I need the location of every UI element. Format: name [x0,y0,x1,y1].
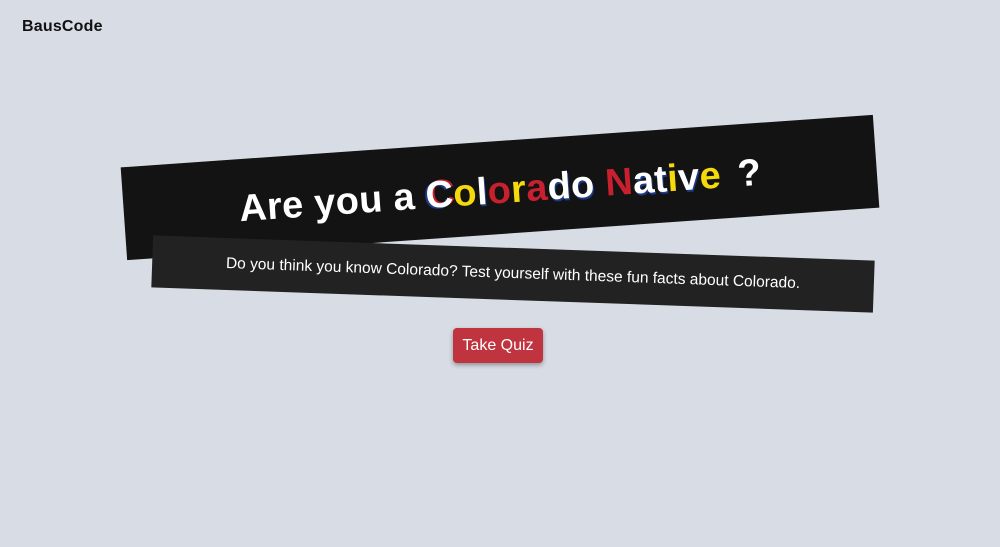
title-highlight-letter: C [424,173,455,218]
title-highlight-letter: N [603,160,635,205]
title-highlight-letter: o [451,171,479,216]
page-title: Are you a Colorado Native ? [237,144,763,231]
title-highlight-letter: v [676,156,701,200]
take-quiz-button[interactable]: Take Quiz [453,328,543,363]
title-highlight: Colorado Native [424,155,722,219]
title-highlight-letter: o [569,163,596,207]
title-highlight-letter: a [524,166,549,211]
title-highlight-letter: o [486,169,513,213]
title-highlight-letter: a [631,159,656,203]
title-prefix: Are you a [237,176,417,231]
brand-logo[interactable]: BausCode [22,18,103,36]
title-highlight-letter: e [698,154,723,199]
page: BausCode Are you a Colorado Native ? Do … [0,0,1000,547]
title-highlight-letter: d [546,165,573,209]
subtitle-banner: Do you think you know Colorado? Test you… [151,235,875,313]
subtitle-text: Do you think you know Colorado? Test you… [225,254,801,293]
title-suffix: ? [736,151,763,196]
